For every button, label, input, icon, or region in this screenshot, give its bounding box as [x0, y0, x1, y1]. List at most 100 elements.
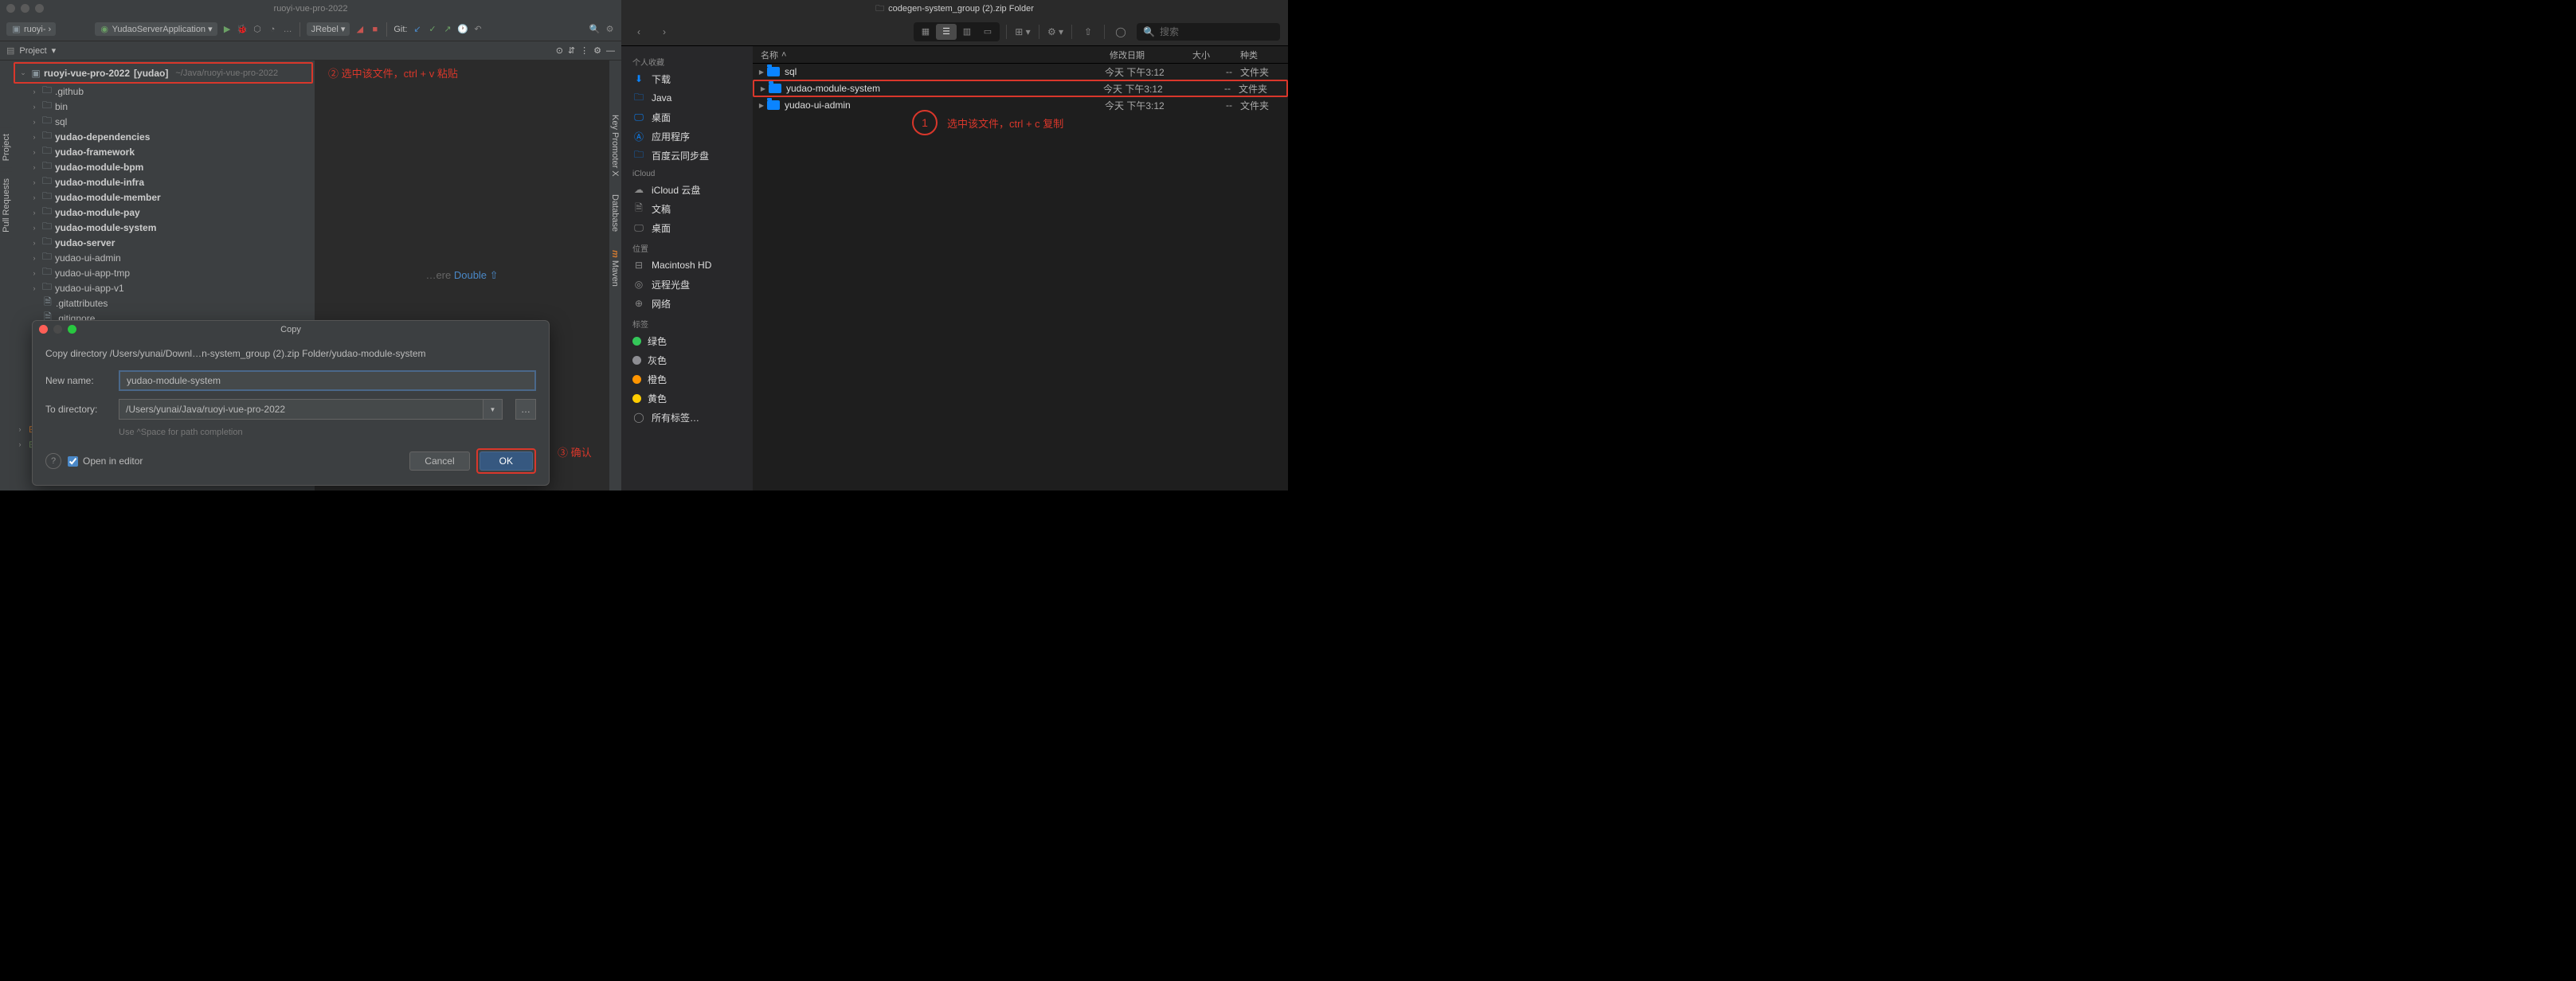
icon-view-button[interactable]: ▦: [915, 24, 936, 40]
sidebar-item-desktop2[interactable]: 🖵桌面: [621, 218, 753, 237]
chevron-right-icon[interactable]: ›: [29, 88, 39, 96]
sidebar-tag-green[interactable]: 绿色: [621, 331, 753, 350]
tree-item[interactable]: ›🗀yudao-module-pay: [12, 205, 315, 220]
to-directory-input[interactable]: [119, 399, 483, 420]
tree-item[interactable]: ›🗀yudao-module-infra: [12, 174, 315, 190]
cancel-button[interactable]: Cancel: [409, 451, 469, 471]
share-button[interactable]: ⇧: [1079, 23, 1098, 41]
collapse-all-icon[interactable]: ⋮: [580, 45, 589, 56]
sidebar-all-tags[interactable]: ◯所有标签…: [621, 408, 753, 427]
editor-hint-link[interactable]: Double: [454, 269, 487, 281]
sidebar-tag-yellow[interactable]: 黄色: [621, 389, 753, 408]
file-row-highlighted[interactable]: ▶yudao-module-system今天 下午3:12--文件夹: [753, 80, 1288, 97]
sidebar-item-icloud[interactable]: ☁iCloud 云盘: [621, 180, 753, 199]
gallery-view-button[interactable]: ▭: [977, 24, 998, 40]
browse-button[interactable]: …: [515, 399, 536, 420]
tree-file[interactable]: 🗎.gitattributes: [12, 295, 315, 311]
maximize-icon[interactable]: [35, 4, 44, 13]
close-icon[interactable]: [39, 325, 48, 334]
action-button[interactable]: ⚙ ▾: [1046, 23, 1065, 41]
tool-tab-maven[interactable]: m Maven: [609, 244, 621, 293]
close-icon[interactable]: [6, 4, 15, 13]
search-input[interactable]: 🔍搜索: [1137, 23, 1280, 41]
back-button[interactable]: ‹: [629, 23, 648, 41]
tree-item[interactable]: ›🗀bin: [12, 99, 315, 114]
col-kind[interactable]: 种类: [1240, 49, 1288, 61]
column-view-button[interactable]: ▥: [957, 24, 977, 40]
col-name[interactable]: 名称 ˄: [753, 49, 1105, 61]
folder-icon: 🗀: [875, 2, 884, 17]
tree-item[interactable]: ›🗀yudao-ui-admin: [12, 250, 315, 265]
tree-item[interactable]: ›🗀yudao-module-system: [12, 220, 315, 235]
sidebar-tag-orange[interactable]: 橙色: [621, 369, 753, 389]
sidebar-label: Java: [652, 92, 671, 104]
sidebar-item-network[interactable]: ⊕网络: [621, 294, 753, 313]
sidebar-tag-gray[interactable]: 灰色: [621, 350, 753, 369]
tags-button[interactable]: ◯: [1111, 23, 1130, 41]
gear-icon[interactable]: ⚙: [593, 45, 601, 56]
new-name-input[interactable]: [119, 370, 536, 391]
select-opened-icon[interactable]: ⊙: [556, 45, 563, 56]
breadcrumb[interactable]: ▣ruoyi-›: [6, 22, 56, 36]
tree-item[interactable]: ›🗀yudao-server: [12, 235, 315, 250]
run-icon[interactable]: ▶: [222, 24, 233, 34]
file-date: 今天 下午3:12: [1105, 99, 1192, 112]
col-size[interactable]: 大小: [1192, 49, 1240, 61]
project-panel-header: ▤ Project ▾ ⊙ ⇵ ⋮ ⚙ —: [0, 41, 621, 61]
git-push-icon[interactable]: ↗: [443, 24, 453, 34]
open-in-editor-checkbox[interactable]: Open in editor: [68, 455, 143, 467]
hide-icon[interactable]: —: [606, 46, 615, 56]
git-history-icon[interactable]: 🕐: [458, 24, 468, 34]
tool-tab-pull-requests[interactable]: Pull Requests: [0, 172, 13, 239]
forward-button[interactable]: ›: [655, 23, 674, 41]
git-commit-icon[interactable]: ✓: [428, 24, 438, 34]
sidebar-item-macintosh[interactable]: ⊟Macintosh HD: [621, 256, 753, 275]
sidebar-item-applications[interactable]: Ⓐ应用程序: [621, 127, 753, 146]
search-icon[interactable]: 🔍: [589, 24, 600, 34]
tree-item[interactable]: ›🗀yudao-ui-app-tmp: [12, 265, 315, 280]
sidebar-item-documents[interactable]: 🗎文稿: [621, 199, 753, 218]
sidebar-item-desktop[interactable]: 🖵桌面: [621, 107, 753, 127]
col-date[interactable]: 修改日期: [1105, 49, 1192, 61]
tree-item[interactable]: ›🗀yudao-module-member: [12, 190, 315, 205]
tool-tab-keypromoter[interactable]: Key Promoter X: [609, 108, 621, 183]
debug-icon[interactable]: 🐞: [237, 24, 248, 34]
tree-item[interactable]: ›🗀sql: [12, 114, 315, 129]
attach-icon[interactable]: …: [283, 24, 293, 34]
open-editor-check[interactable]: [68, 456, 78, 467]
tree-item[interactable]: ›🗀yudao-dependencies: [12, 129, 315, 144]
git-rollback-icon[interactable]: ↶: [473, 24, 483, 34]
sidebar-item-remote-disc[interactable]: ◎远程光盘: [621, 275, 753, 294]
sidebar-item-baidu[interactable]: 🗀百度云同步盘: [621, 146, 753, 165]
group-by-button[interactable]: ⊞ ▾: [1013, 23, 1032, 41]
file-row[interactable]: ▶sql今天 下午3:12--文件夹: [753, 64, 1288, 80]
tree-item[interactable]: ›🗀yudao-ui-app-v1: [12, 280, 315, 295]
jrebel-dropdown[interactable]: JRebel ▾: [307, 22, 350, 36]
tree-item[interactable]: ›🗀yudao-framework: [12, 144, 315, 159]
directory-history-dropdown[interactable]: ▼: [483, 399, 503, 420]
help-button[interactable]: ?: [45, 453, 61, 469]
git-update-icon[interactable]: ↙: [413, 24, 423, 34]
ok-button[interactable]: OK: [480, 451, 533, 471]
list-view-button[interactable]: ☰: [936, 24, 957, 40]
tool-tab-project[interactable]: Project: [0, 127, 13, 167]
stop-icon[interactable]: ■: [370, 24, 380, 34]
maximize-icon[interactable]: [68, 325, 76, 334]
sidebar-item-downloads[interactable]: ⬇下载: [621, 69, 753, 88]
item-label: yudao-dependencies: [55, 131, 150, 143]
folder-icon: [769, 84, 781, 93]
expand-all-icon[interactable]: ⇵: [568, 45, 575, 56]
tree-item[interactable]: ›🗀yudao-module-bpm: [12, 159, 315, 174]
run-config-dropdown[interactable]: ◉YudaoServerApplication ▾: [95, 22, 217, 36]
tree-root-row[interactable]: ⌄ ▣ ruoyi-vue-pro-2022 [yudao] ~/Java/ru…: [15, 65, 311, 80]
tool-tab-database[interactable]: Database: [609, 188, 621, 238]
minimize-icon[interactable]: [21, 4, 29, 13]
tree-item[interactable]: ›🗀.github: [12, 84, 315, 99]
coverage-icon[interactable]: ⬡: [253, 24, 263, 34]
chevron-down-icon[interactable]: ⌄: [18, 68, 28, 77]
profile-icon[interactable]: ◔: [268, 24, 278, 34]
jrebel-run-icon[interactable]: ◢: [354, 24, 365, 34]
disclosure-icon[interactable]: ▶: [756, 68, 767, 76]
sidebar-item-java[interactable]: 🗀Java: [621, 88, 753, 107]
settings-icon[interactable]: ⚙: [605, 24, 615, 34]
